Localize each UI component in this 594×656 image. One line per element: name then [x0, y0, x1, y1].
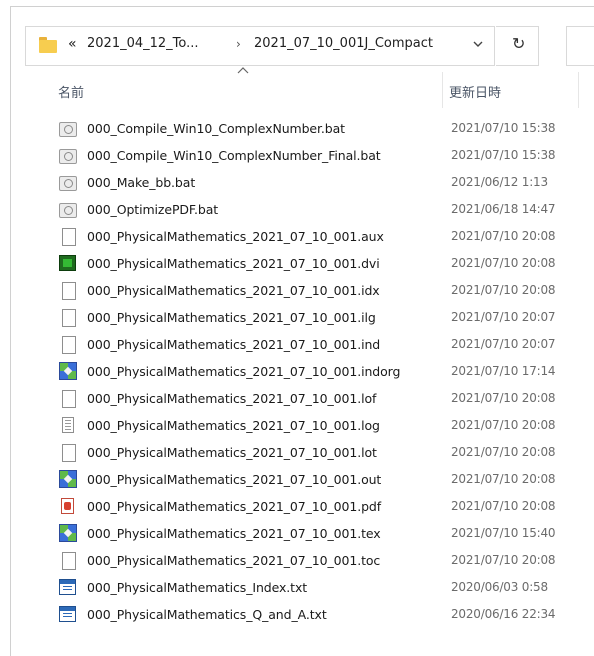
file-date: 2021/06/18 14:47	[451, 202, 556, 216]
file-date: 2021/06/12 1:13	[451, 175, 548, 189]
text-file-icon	[59, 606, 76, 622]
file-date: 2021/07/10 20:08	[451, 229, 556, 243]
column-divider[interactable]	[442, 72, 443, 108]
log-file-icon	[62, 417, 74, 433]
tex-editor-icon	[59, 470, 77, 488]
tex-editor-icon	[59, 362, 77, 380]
file-name: 000_Compile_Win10_ComplexNumber_Final.ba…	[87, 148, 381, 163]
breadcrumb-overflow-button[interactable]: «	[68, 36, 77, 52]
file-name: 000_PhysicalMathematics_2021_07_10_001.d…	[87, 256, 380, 271]
file-date: 2021/07/10 15:38	[451, 121, 556, 135]
file-row[interactable]: 000_PhysicalMathematics_2021_07_10_001.i…	[0, 280, 594, 303]
file-name: 000_PhysicalMathematics_Q_and_A.txt	[87, 607, 327, 622]
dvi-viewer-icon	[59, 255, 76, 271]
blank-file-icon	[62, 309, 76, 327]
column-header-date-modified[interactable]: 更新日時	[449, 82, 501, 101]
file-row[interactable]: 000_PhysicalMathematics_2021_07_10_001.o…	[0, 469, 594, 492]
file-date: 2021/07/10 20:07	[451, 337, 556, 351]
file-date: 2021/07/10 20:08	[451, 472, 556, 486]
file-name: 000_Compile_Win10_ComplexNumber.bat	[87, 121, 345, 136]
file-row[interactable]: 000_PhysicalMathematics_2021_07_10_001.l…	[0, 388, 594, 411]
blank-file-icon	[62, 552, 76, 570]
file-date: 2021/07/10 20:08	[451, 445, 556, 459]
file-name: 000_PhysicalMathematics_2021_07_10_001.o…	[87, 472, 382, 487]
blank-file-icon	[62, 336, 76, 354]
chevron-down-icon[interactable]	[473, 39, 483, 49]
file-name: 000_PhysicalMathematics_2021_07_10_001.l…	[87, 418, 380, 433]
file-date: 2020/06/03 0:58	[451, 580, 548, 594]
blank-file-icon	[62, 390, 76, 408]
blank-file-icon	[62, 228, 76, 246]
file-name: 000_PhysicalMathematics_2021_07_10_001.t…	[87, 526, 381, 541]
bat-icon	[59, 149, 77, 164]
file-row[interactable]: 000_Compile_Win10_ComplexNumber_Final.ba…	[0, 145, 594, 168]
file-name: 000_PhysicalMathematics_2021_07_10_001.i…	[87, 337, 381, 352]
file-name: 000_PhysicalMathematics_2021_07_10_001.l…	[87, 445, 377, 460]
file-name: 000_PhysicalMathematics_2021_07_10_001.l…	[87, 391, 377, 406]
file-date: 2021/07/10 17:14	[451, 364, 556, 378]
file-date: 2021/07/10 20:08	[451, 553, 556, 567]
file-name: 000_PhysicalMathematics_Index.txt	[87, 580, 308, 595]
file-date: 2021/07/10 20:08	[451, 418, 556, 432]
column-header-name[interactable]: 名前	[58, 82, 84, 101]
file-date: 2021/07/10 20:08	[451, 391, 556, 405]
file-date: 2021/07/10 15:40	[451, 526, 556, 540]
file-date: 2021/07/10 15:38	[451, 148, 556, 162]
file-name: 000_PhysicalMathematics_2021_07_10_001.p…	[87, 499, 382, 514]
file-row[interactable]: 000_PhysicalMathematics_2021_07_10_001.l…	[0, 415, 594, 438]
file-row[interactable]: 000_OptimizePDF.bat 2021/06/18 14:47	[0, 199, 594, 222]
breadcrumb-separator-icon[interactable]: ›	[236, 37, 241, 51]
blank-file-icon	[62, 444, 76, 462]
blank-file-icon	[62, 282, 76, 300]
file-row[interactable]: 000_PhysicalMathematics_Q_and_A.txt 2020…	[0, 604, 594, 627]
file-row[interactable]: 000_PhysicalMathematics_Index.txt 2020/0…	[0, 577, 594, 600]
bat-icon	[59, 176, 77, 191]
file-row[interactable]: 000_PhysicalMathematics_2021_07_10_001.a…	[0, 226, 594, 249]
file-row[interactable]: 000_PhysicalMathematics_2021_07_10_001.i…	[0, 307, 594, 330]
pdf-icon	[61, 498, 74, 514]
tex-editor-icon	[59, 524, 77, 542]
file-row[interactable]: 000_Compile_Win10_ComplexNumber.bat 2021…	[0, 118, 594, 141]
text-file-icon	[59, 579, 76, 595]
file-date: 2021/07/10 20:07	[451, 310, 556, 324]
file-name: 000_PhysicalMathematics_2021_07_10_001.i…	[87, 364, 401, 379]
sort-ascending-icon	[237, 67, 249, 74]
file-name: 000_PhysicalMathematics_2021_07_10_001.i…	[87, 283, 380, 298]
file-row[interactable]: 000_PhysicalMathematics_2021_07_10_001.p…	[0, 496, 594, 519]
file-name: 000_PhysicalMathematics_2021_07_10_001.a…	[87, 229, 384, 244]
breadcrumb-segment-current[interactable]: 2021_07_10_001J_Compact	[254, 36, 433, 51]
file-name: 000_PhysicalMathematics_2021_07_10_001.t…	[87, 553, 381, 568]
file-date: 2020/06/16 22:34	[451, 607, 556, 621]
bat-icon	[59, 203, 77, 218]
file-row[interactable]: 000_Make_bb.bat 2021/06/12 1:13	[0, 172, 594, 195]
column-divider[interactable]	[578, 72, 579, 108]
file-name: 000_PhysicalMathematics_2021_07_10_001.i…	[87, 310, 376, 325]
file-row[interactable]: 000_PhysicalMathematics_2021_07_10_001.l…	[0, 442, 594, 465]
file-name: 000_Make_bb.bat	[87, 175, 196, 190]
refresh-icon[interactable]: ↻	[512, 34, 525, 53]
folder-icon	[39, 37, 57, 53]
file-row[interactable]: 000_PhysicalMathematics_2021_07_10_001.t…	[0, 550, 594, 573]
bat-icon	[59, 122, 77, 137]
address-bar-content: « 2021_04_12_To... › 2021_07_10_001J_Com…	[25, 26, 493, 64]
file-row[interactable]: 000_PhysicalMathematics_2021_07_10_001.d…	[0, 253, 594, 276]
file-name: 000_OptimizePDF.bat	[87, 202, 219, 217]
file-row[interactable]: 000_PhysicalMathematics_2021_07_10_001.t…	[0, 523, 594, 546]
file-date: 2021/07/10 20:08	[451, 499, 556, 513]
breadcrumb-segment-parent[interactable]: 2021_04_12_To...	[87, 36, 199, 51]
search-box[interactable]	[566, 26, 594, 66]
file-date: 2021/07/10 20:08	[451, 256, 556, 270]
file-date: 2021/07/10 20:08	[451, 283, 556, 297]
file-row[interactable]: 000_PhysicalMathematics_2021_07_10_001.i…	[0, 361, 594, 384]
file-row[interactable]: 000_PhysicalMathematics_2021_07_10_001.i…	[0, 334, 594, 357]
